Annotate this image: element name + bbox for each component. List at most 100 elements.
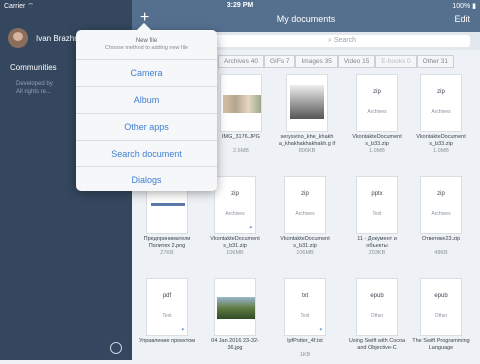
- file-ext: pptx: [371, 191, 383, 197]
- pin-icon: ✦: [180, 327, 185, 333]
- tab-gifs[interactable]: GIFs 7: [263, 55, 296, 68]
- file-category: Other: [434, 313, 448, 319]
- file-size: 48KB: [434, 250, 448, 256]
- file-size: 2.6MB: [233, 148, 249, 154]
- file-thumbnail: pdf Text ✦: [146, 278, 188, 336]
- tab-video[interactable]: Video 15: [337, 55, 376, 68]
- page-title: My documents: [276, 14, 336, 24]
- file-thumbnail: epub Other: [356, 278, 398, 336]
- file-category: Text: [300, 313, 310, 319]
- other-apps-option[interactable]: Other apps: [76, 113, 217, 140]
- camera-option[interactable]: Camera: [76, 59, 217, 86]
- file-category: Archives: [295, 211, 315, 217]
- file-ext: epub: [434, 293, 448, 299]
- file-category: Text: [372, 211, 382, 217]
- image-preview: [217, 297, 255, 319]
- file-name: serysvino_khe_khakh a_khakhakhakhakh.g i…: [278, 134, 336, 147]
- sidebar-item-communities[interactable]: Communities: [10, 63, 57, 72]
- file-thumbnail: zip Archives: [356, 74, 398, 132]
- pin-icon: ✦: [318, 327, 323, 333]
- avatar[interactable]: [8, 28, 28, 48]
- search-placeholder: Search: [333, 37, 357, 44]
- status-bar: Carrier ⌔ 3:29 PM 100% ▮: [0, 0, 480, 12]
- file-thumbnail: zip Archives ✦: [214, 176, 256, 234]
- search-document-option[interactable]: Search document: [76, 140, 217, 167]
- file-name: IMG_3176.JPG: [222, 134, 260, 140]
- file-size: 106MB: [296, 250, 314, 256]
- popover-subtitle: Choose method to adding new file: [104, 45, 189, 51]
- username[interactable]: Ivan Brazhni: [36, 34, 80, 43]
- file-thumbnail: [214, 278, 256, 336]
- file-category: Archives: [367, 109, 387, 115]
- file-thumbnail: [286, 74, 328, 132]
- filter-tabs: Archives 40 GIFs 7 Images 35 Video 15 E-…: [218, 55, 454, 68]
- tab-other[interactable]: Other 31: [416, 55, 454, 68]
- file-name: lpfPotter_4f.txt: [287, 338, 323, 344]
- dialogs-option[interactable]: Dialogs: [76, 166, 217, 193]
- file-item[interactable]: pptx Text 11 - Документ и объекты страни…: [348, 176, 406, 262]
- file-ext: txt: [301, 293, 309, 299]
- file-item[interactable]: epub Other The Swift Programming Languag…: [412, 278, 470, 364]
- file-name: Ответике23.zip: [421, 236, 461, 242]
- file-item[interactable]: zip Archives Ответике23.zip 48KB: [412, 176, 470, 262]
- album-option[interactable]: Album: [76, 86, 217, 113]
- file-category: Text: [162, 313, 172, 319]
- file-name: VkontakteDocument s_b33.zip: [416, 134, 466, 147]
- file-name: Управление проектом: [138, 338, 196, 344]
- new-file-popover: New file Choose method to adding new fil…: [76, 22, 217, 193]
- file-ext: zip: [437, 191, 445, 197]
- battery-indicator: 100% ▮: [452, 3, 476, 10]
- file-item[interactable]: pdf Text ✦ Управление проектом: [138, 278, 196, 364]
- file-name: The Swift Programming Language: [412, 338, 470, 351]
- file-item[interactable]: serysvino_khe_khakh a_khakhakhakhakh.g i…: [278, 74, 336, 160]
- file-category: Archives: [431, 211, 451, 217]
- file-ext: zip: [231, 191, 239, 197]
- file-thumbnail: zip Archives: [284, 176, 326, 234]
- tab-archives[interactable]: Archives 40: [218, 55, 264, 68]
- file-size: 106MB: [226, 250, 244, 256]
- file-ext: pdf: [162, 293, 172, 299]
- file-item[interactable]: zip Archives VkontakteDocument s_b33.zip…: [412, 74, 470, 160]
- file-item[interactable]: zip Archives VkontakteDocument s_b31.zip…: [276, 176, 334, 262]
- file-name: 11 - Документ и объекты страницы.pptx: [357, 236, 397, 249]
- file-thumbnail: pptx Text: [356, 176, 398, 234]
- search-input[interactable]: ⌕ Search: [214, 35, 470, 47]
- file-category: Other: [370, 313, 384, 319]
- file-item[interactable]: 04 Jan 2016 23-32-36.jpg: [206, 278, 264, 364]
- image-preview: [290, 85, 324, 119]
- file-ext: zip: [301, 191, 309, 197]
- file-thumbnail: epub Other: [420, 278, 462, 336]
- gear-icon[interactable]: [110, 342, 122, 354]
- file-size: 203KB: [368, 250, 386, 256]
- file-size: 1.0MB: [433, 148, 449, 154]
- file-name: VkontakteDocument s_b33.zip: [352, 134, 402, 147]
- file-category: Archives: [225, 211, 245, 217]
- sidebar-background-text: Developed by All rights re...: [16, 80, 53, 96]
- file-item[interactable]: epub Other Using Swift with Cocoa and Ob…: [348, 278, 406, 364]
- file-thumbnail: txt Text ✦: [284, 278, 326, 336]
- popover-title: New file: [135, 38, 158, 44]
- file-size: 1.0MB: [369, 148, 385, 154]
- file-size: 806KB: [298, 148, 316, 154]
- file-category: Archives: [431, 109, 451, 115]
- pin-icon: ✦: [248, 225, 253, 231]
- sidebar-bg-line: Developed by: [16, 81, 53, 87]
- file-item[interactable]: zip Archives VkontakteDocument s_b33.zip…: [348, 74, 406, 160]
- clock: 3:29 PM: [226, 2, 254, 9]
- file-thumbnail: [220, 74, 262, 132]
- file-item[interactable]: txt Text ✦ lpfPotter_4f.txt 1KB: [276, 278, 334, 364]
- file-name: VkontakteDocument s_b31.zip: [280, 236, 330, 249]
- file-name: Предприниматели Политех 2.png: [143, 236, 191, 249]
- edit-button[interactable]: Edit: [454, 14, 470, 24]
- file-thumbnail: zip Archives: [420, 74, 462, 132]
- file-size: 1KB: [299, 352, 311, 358]
- sidebar-bg-line: All rights re...: [16, 89, 52, 95]
- tab-images[interactable]: Images 35: [295, 55, 338, 68]
- file-ext: epub: [370, 293, 384, 299]
- file-item[interactable]: IMG_3176.JPG 2.6MB: [212, 74, 270, 160]
- file-ext: zip: [437, 89, 445, 95]
- image-preview: [223, 95, 261, 113]
- file-name: VkontakteDocument s_b31.zip: [210, 236, 260, 249]
- image-preview: [151, 203, 185, 206]
- tab-ebooks[interactable]: E-books 0: [375, 55, 417, 68]
